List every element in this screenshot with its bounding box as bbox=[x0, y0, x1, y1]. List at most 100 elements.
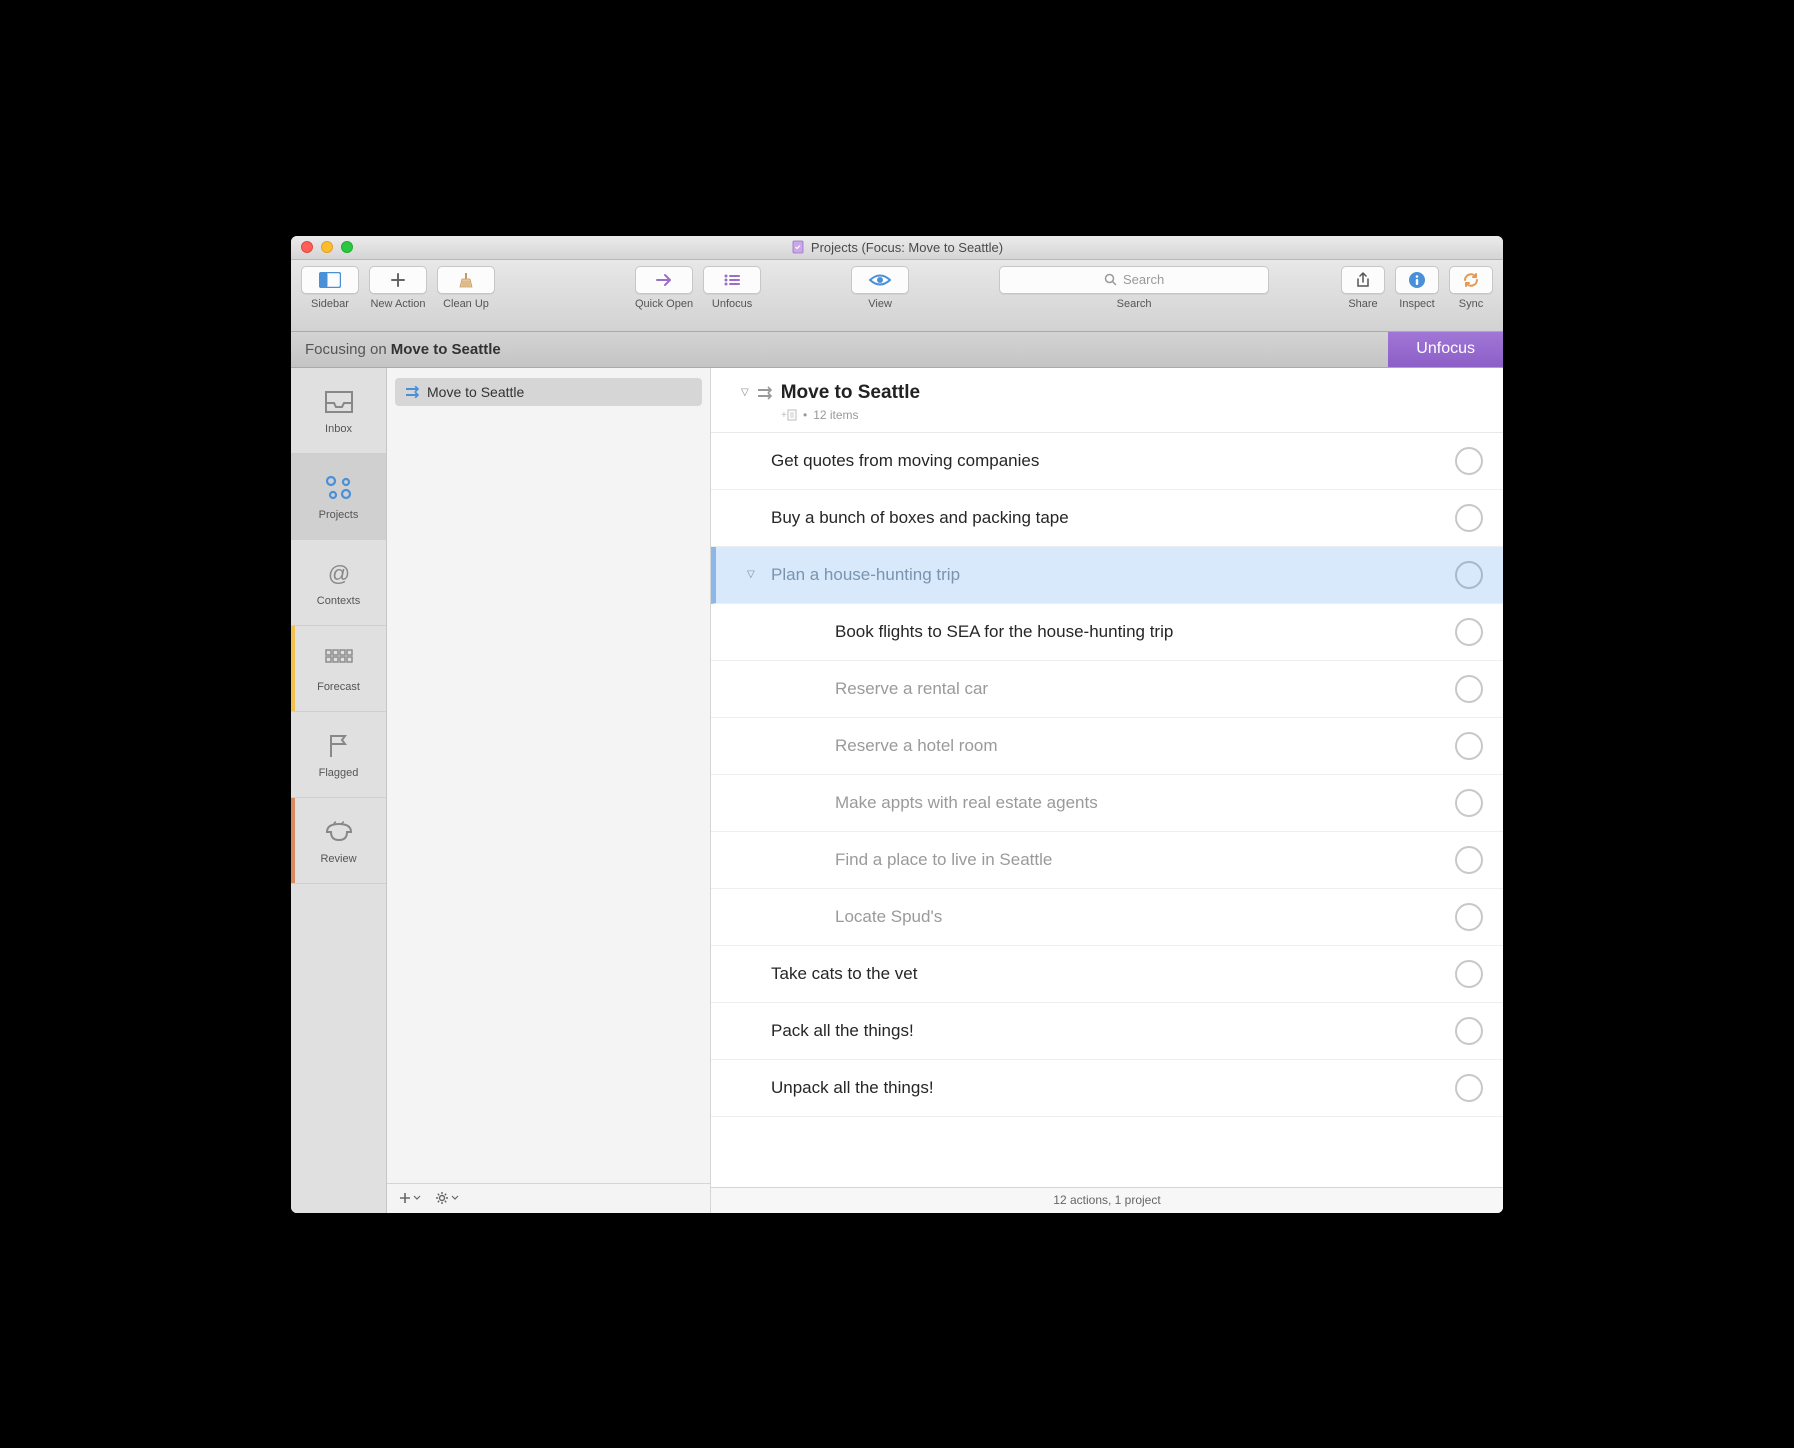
perspective-label: Contexts bbox=[317, 595, 360, 607]
perspective-review[interactable]: Review bbox=[291, 798, 386, 884]
disclosure-triangle[interactable]: ▽ bbox=[747, 569, 755, 580]
review-icon bbox=[324, 815, 354, 849]
task-checkbox[interactable] bbox=[1455, 561, 1483, 589]
search-field[interactable]: Search bbox=[999, 266, 1269, 294]
view-button[interactable] bbox=[851, 266, 909, 294]
task-checkbox[interactable] bbox=[1455, 903, 1483, 931]
outline-subheader: + • 12 items bbox=[781, 408, 1483, 422]
gear-icon bbox=[435, 1191, 449, 1205]
perspective-projects[interactable]: Projects bbox=[291, 454, 386, 540]
unfocus-button[interactable]: Unfocus bbox=[1388, 332, 1503, 367]
svg-text:+: + bbox=[781, 410, 787, 421]
inspect-button[interactable] bbox=[1395, 266, 1439, 294]
perspective-sidebar: Inbox Projects @ Contexts Forecast bbox=[291, 368, 387, 1213]
task-row[interactable]: Take cats to the vet bbox=[711, 946, 1503, 1003]
add-note-icon[interactable]: + bbox=[781, 409, 797, 421]
view-label: View bbox=[868, 298, 892, 310]
arrow-right-icon bbox=[655, 273, 673, 287]
toolbar-item-new-action: New Action bbox=[369, 266, 427, 331]
parallel-project-icon bbox=[757, 386, 773, 400]
titlebar: Projects (Focus: Move to Seattle) bbox=[291, 236, 1503, 260]
flag-icon bbox=[327, 729, 351, 763]
outline-view: ▽ Move to Seattle + • 12 items Ge bbox=[711, 368, 1503, 1213]
task-checkbox[interactable] bbox=[1455, 960, 1483, 988]
sidebar-label: Sidebar bbox=[311, 298, 349, 310]
clean-up-label: Clean Up bbox=[443, 298, 489, 310]
info-icon bbox=[1408, 271, 1426, 289]
broom-icon bbox=[457, 271, 475, 289]
clean-up-button[interactable] bbox=[437, 266, 495, 294]
quick-open-button[interactable] bbox=[635, 266, 693, 294]
share-icon bbox=[1356, 272, 1370, 288]
quick-open-label: Quick Open bbox=[635, 298, 693, 310]
unfocus-toolbar-button[interactable] bbox=[703, 266, 761, 294]
perspective-contexts[interactable]: @ Contexts bbox=[291, 540, 386, 626]
outline-body[interactable]: ▽ Move to Seattle + • 12 items Ge bbox=[711, 368, 1503, 1187]
parallel-project-icon bbox=[405, 386, 419, 398]
task-checkbox[interactable] bbox=[1455, 789, 1483, 817]
search-icon bbox=[1104, 273, 1117, 286]
perspective-flagged[interactable]: Flagged bbox=[291, 712, 386, 798]
outline-header: ▽ Move to Seattle + • 12 items bbox=[711, 376, 1503, 433]
task-checkbox[interactable] bbox=[1455, 1017, 1483, 1045]
task-checkbox[interactable] bbox=[1455, 846, 1483, 874]
add-button[interactable] bbox=[399, 1192, 421, 1204]
document-icon bbox=[791, 240, 805, 254]
task-title: Reserve a rental car bbox=[835, 679, 1455, 699]
window-minimize-button[interactable] bbox=[321, 241, 333, 253]
projects-icon bbox=[324, 471, 354, 505]
window-title: Projects (Focus: Move to Seattle) bbox=[291, 240, 1503, 255]
contexts-icon: @ bbox=[324, 557, 354, 591]
task-row[interactable]: Book flights to SEA for the house-huntin… bbox=[711, 604, 1503, 661]
task-checkbox[interactable] bbox=[1455, 447, 1483, 475]
sidebar-project-name: Move to Seattle bbox=[427, 384, 524, 400]
task-row[interactable]: Locate Spud's bbox=[711, 889, 1503, 946]
task-row[interactable]: Reserve a rental car bbox=[711, 661, 1503, 718]
task-checkbox[interactable] bbox=[1455, 675, 1483, 703]
task-title: Find a place to live in Seattle bbox=[835, 850, 1455, 870]
task-title: Plan a house-hunting trip bbox=[771, 565, 1455, 585]
task-row[interactable]: Make appts with real estate agents bbox=[711, 775, 1503, 832]
search-label: Search bbox=[1117, 298, 1152, 310]
task-row[interactable]: Buy a bunch of boxes and packing tape bbox=[711, 490, 1503, 547]
task-row[interactable]: Unpack all the things! bbox=[711, 1060, 1503, 1117]
task-title: Locate Spud's bbox=[835, 907, 1455, 927]
task-title: Get quotes from moving companies bbox=[771, 451, 1455, 471]
task-row[interactable]: Reserve a hotel room bbox=[711, 718, 1503, 775]
task-row[interactable]: Get quotes from moving companies bbox=[711, 433, 1503, 490]
new-action-button[interactable] bbox=[369, 266, 427, 294]
sync-label: Sync bbox=[1459, 298, 1483, 310]
sidebar-project-row[interactable]: Move to Seattle bbox=[395, 378, 702, 406]
sync-button[interactable] bbox=[1449, 266, 1493, 294]
perspective-label: Projects bbox=[319, 509, 359, 521]
task-row[interactable]: ▽ Plan a house-hunting trip bbox=[711, 547, 1503, 604]
disclosure-triangle[interactable]: ▽ bbox=[741, 387, 749, 398]
inspect-label: Inspect bbox=[1399, 298, 1434, 310]
window-zoom-button[interactable] bbox=[341, 241, 353, 253]
task-checkbox[interactable] bbox=[1455, 732, 1483, 760]
sync-icon bbox=[1462, 271, 1480, 289]
perspective-forecast[interactable]: Forecast bbox=[291, 626, 386, 712]
task-checkbox[interactable] bbox=[1455, 504, 1483, 532]
task-checkbox[interactable] bbox=[1455, 1074, 1483, 1102]
toolbar-item-search: Search Search bbox=[999, 266, 1269, 331]
sidebar-button[interactable] bbox=[301, 266, 359, 294]
new-action-label: New Action bbox=[370, 298, 425, 310]
task-checkbox[interactable] bbox=[1455, 618, 1483, 646]
item-count: 12 items bbox=[813, 408, 858, 422]
toolbar-item-view: View bbox=[851, 266, 909, 331]
toolbar-item-unfocus: Unfocus bbox=[703, 266, 761, 331]
eye-icon bbox=[869, 273, 891, 287]
search-placeholder: Search bbox=[1123, 272, 1164, 287]
sidebar-icon bbox=[319, 272, 341, 288]
task-row[interactable]: Pack all the things! bbox=[711, 1003, 1503, 1060]
window-close-button[interactable] bbox=[301, 241, 313, 253]
perspective-inbox[interactable]: Inbox bbox=[291, 368, 386, 454]
task-title: Reserve a hotel room bbox=[835, 736, 1455, 756]
task-row[interactable]: Find a place to live in Seattle bbox=[711, 832, 1503, 889]
toolbar-item-quick-open: Quick Open bbox=[635, 266, 693, 331]
focus-bar: Focusing on Move to Seattle Unfocus bbox=[291, 332, 1503, 368]
share-button[interactable] bbox=[1341, 266, 1385, 294]
action-menu-button[interactable] bbox=[435, 1191, 459, 1205]
toolbar-item-clean-up: Clean Up bbox=[437, 266, 495, 331]
